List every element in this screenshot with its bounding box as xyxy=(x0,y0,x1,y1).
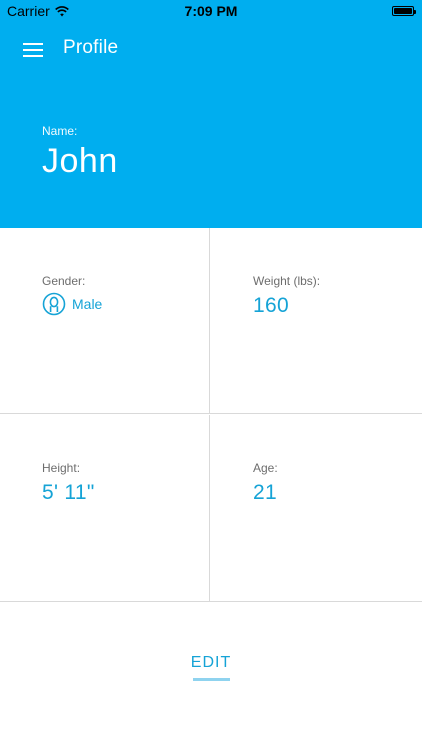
hamburger-menu-icon[interactable] xyxy=(23,42,43,58)
weight-cell: Weight (lbs): 160 xyxy=(210,228,422,414)
person-icon xyxy=(42,292,66,316)
profile-fields-grid: Gender: Male Weight (lbs): 160 Height: 5… xyxy=(0,228,422,602)
page-title: Profile xyxy=(63,37,119,58)
gender-cell: Gender: Male xyxy=(0,228,210,414)
age-cell: Age: 21 xyxy=(210,415,422,602)
edit-label: EDIT xyxy=(190,654,232,671)
height-value: 5' 11" xyxy=(42,481,95,504)
battery-nub xyxy=(414,10,416,14)
profile-screen: Carrier 7:09 PM Profile Name: John Gende… xyxy=(0,0,422,750)
battery-fill xyxy=(394,8,412,14)
gender-value: Male xyxy=(72,296,103,312)
edit-underline xyxy=(193,678,230,681)
status-time: 7:09 PM xyxy=(184,3,238,19)
menu-line xyxy=(23,55,43,57)
height-label: Height: xyxy=(42,461,81,475)
gender-label: Gender: xyxy=(42,274,86,288)
gender-value-row: Male xyxy=(42,292,102,316)
edit-button[interactable]: EDIT xyxy=(183,654,239,682)
status-bar: Carrier 7:09 PM xyxy=(0,0,422,22)
battery-icon xyxy=(392,6,416,16)
weight-label: Weight (lbs): xyxy=(253,274,321,288)
age-value: 21 xyxy=(253,481,277,504)
age-label: Age: xyxy=(253,461,278,475)
name-value: John xyxy=(42,142,118,180)
menu-line xyxy=(23,43,43,45)
name-label: Name: xyxy=(42,124,78,138)
weight-value: 160 xyxy=(253,294,289,317)
profile-header: Profile Name: John xyxy=(0,22,422,228)
menu-line xyxy=(23,49,43,51)
status-right xyxy=(392,6,416,16)
height-cell: Height: 5' 11" xyxy=(0,415,210,602)
